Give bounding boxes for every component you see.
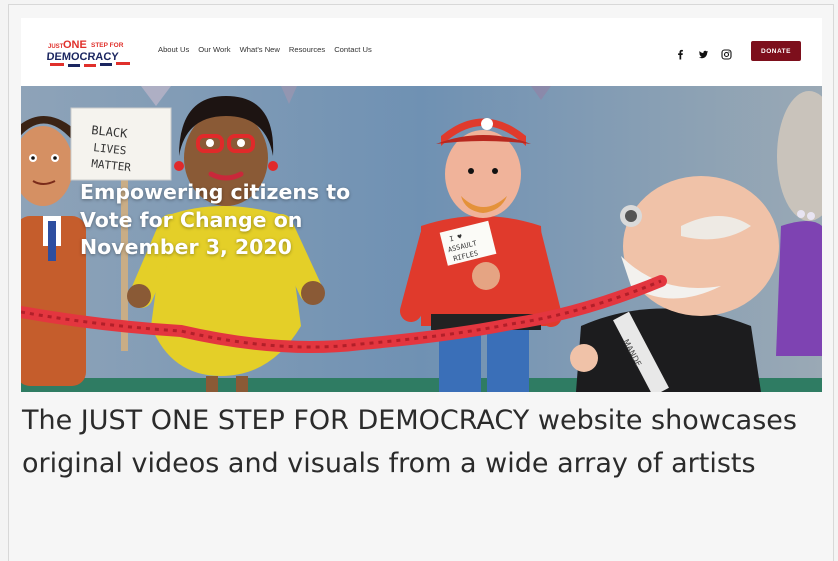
nav-about-us[interactable]: About Us: [158, 45, 189, 54]
donate-button[interactable]: DONATE: [751, 41, 801, 61]
nav-contact-us[interactable]: Contact Us: [334, 45, 372, 54]
svg-text:DEMOCRACY: DEMOCRACY: [46, 51, 120, 63]
site-header: JUST ONE STEP FOR DEMOCRACY About Us Our…: [21, 18, 822, 86]
instagram-icon[interactable]: [721, 45, 732, 60]
svg-text:ONE: ONE: [63, 39, 87, 51]
social-links: [675, 45, 732, 60]
site-logo[interactable]: JUST ONE STEP FOR DEMOCRACY: [46, 36, 138, 70]
hero-banner: BLACK LIVES MATTER I ♥ ASSAULT RIFLES MA…: [21, 86, 822, 392]
main-nav: About Us Our Work What's New Resources C…: [158, 45, 381, 54]
nav-our-work[interactable]: Our Work: [198, 45, 230, 54]
twitter-icon[interactable]: [698, 45, 709, 59]
svg-text:STEP FOR: STEP FOR: [91, 42, 124, 49]
svg-text:JUST: JUST: [48, 44, 64, 50]
hero-title: Empowering citizens to Vote for Change o…: [80, 180, 351, 259]
nav-whats-new[interactable]: What's New: [240, 45, 280, 54]
nav-resources[interactable]: Resources: [289, 45, 325, 54]
facebook-icon[interactable]: [675, 45, 686, 60]
image-caption: The JUST ONE STEP FOR DEMOCRACY website …: [22, 405, 797, 479]
